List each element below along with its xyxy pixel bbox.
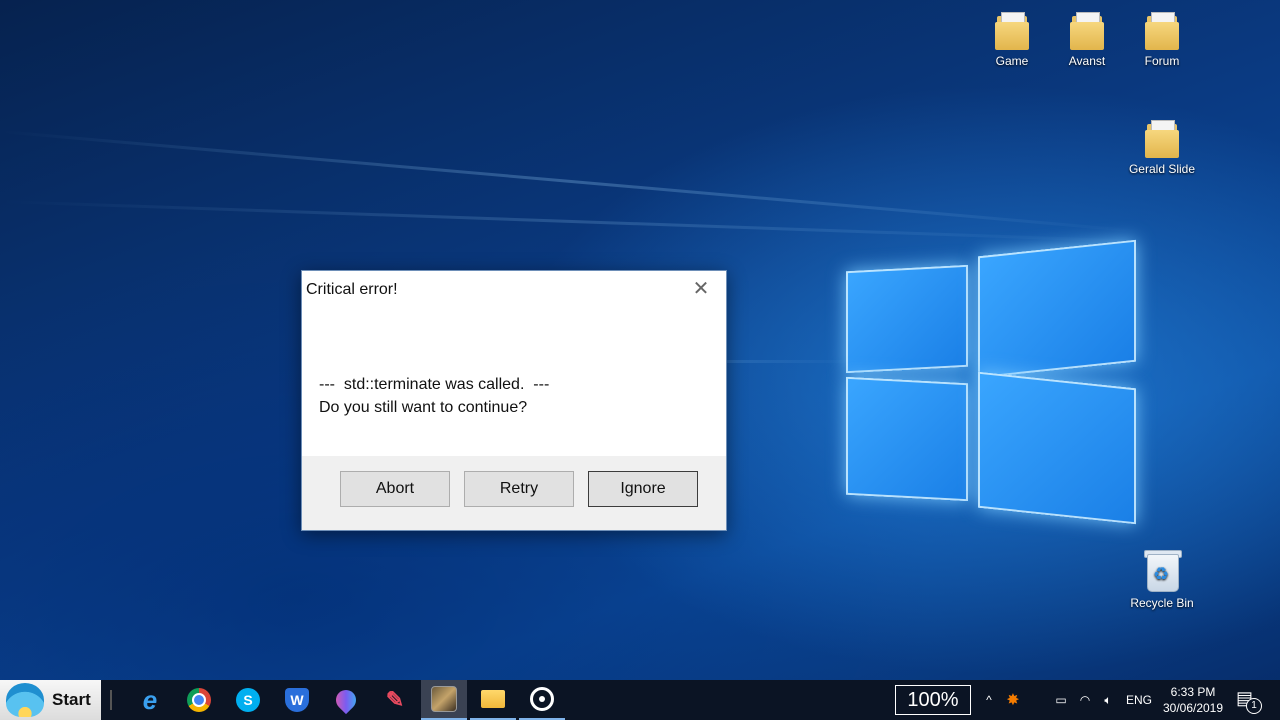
show-hidden-icons-chevron-icon[interactable]: ^ — [978, 680, 1000, 720]
desktop-icon-label: Recycle Bin — [1130, 596, 1194, 610]
taskbar-game-app[interactable] — [421, 680, 467, 720]
file-explorer-icon — [481, 690, 505, 708]
game-app-icon — [431, 686, 457, 712]
retry-button[interactable]: Retry — [464, 471, 574, 507]
dialog-message: --- std::terminate was called. --- Do yo… — [319, 373, 549, 419]
folder-icon — [1070, 12, 1104, 50]
wifi-icon[interactable]: ◠ — [1074, 680, 1096, 720]
skype-icon: S — [236, 688, 260, 712]
clock[interactable]: 6:33 PM 30/06/2019 — [1158, 684, 1228, 716]
dialog-message-line2: Do you still want to continue? — [319, 399, 528, 416]
dialog-title: Critical error! — [306, 281, 398, 298]
critical-error-dialog: Critical error! ✕ --- std::terminate was… — [301, 270, 727, 531]
battery-icon[interactable]: ▭ — [1050, 680, 1072, 720]
notification-count: 1 — [1246, 698, 1262, 714]
desktop-icon-game[interactable]: Game — [975, 12, 1049, 68]
wps-office-icon: W — [285, 688, 309, 712]
desktop-icon-avanst[interactable]: Avanst — [1050, 12, 1124, 68]
wallpaper-beam — [0, 130, 1146, 234]
taskbar-internet-explorer[interactable]: e — [127, 680, 173, 720]
avast-tray-icon[interactable]: ✸ — [1002, 680, 1024, 720]
classic-shell-start-icon — [6, 683, 44, 717]
taskbar: Start e S W ✎ 100% ^ ✸ ▭ ◠ 🔈︎ ENG 6:33 P… — [0, 680, 1280, 720]
taskbar-wps[interactable]: W — [274, 680, 320, 720]
folder-icon — [1145, 12, 1179, 50]
taskbar-separator — [110, 690, 112, 710]
paint-brush-app-icon: ✎ — [385, 687, 405, 712]
desktop-icon-recycle-bin[interactable]: ♻ Recycle Bin — [1125, 548, 1199, 610]
taskbar-paint-app[interactable]: ✎ — [372, 680, 418, 720]
clock-time: 6:33 PM — [1170, 685, 1216, 699]
desktop-icon-label: Gerald Slide — [1128, 162, 1196, 176]
zoom-indicator[interactable]: 100% — [895, 685, 971, 715]
start-label: Start — [52, 690, 91, 709]
action-center-icon[interactable]: ▤ 1 — [1236, 688, 1262, 714]
ignore-button[interactable]: Ignore — [588, 471, 698, 507]
folder-icon — [995, 12, 1029, 50]
desktop-icon-label: Forum — [1144, 54, 1180, 68]
groove-music-icon — [530, 687, 554, 711]
clock-date: 30/06/2019 — [1162, 701, 1224, 715]
internet-explorer-icon: e — [142, 684, 158, 715]
taskbar-chrome[interactable] — [176, 680, 222, 720]
taskbar-skype[interactable]: S — [225, 680, 271, 720]
close-icon[interactable]: ✕ — [688, 277, 714, 301]
paint-3d-icon — [331, 685, 361, 715]
taskbar-file-explorer[interactable] — [470, 680, 516, 720]
language-indicator[interactable]: ENG — [1122, 680, 1156, 720]
taskbar-groove-music[interactable] — [519, 680, 565, 720]
desktop-icon-label: Avanst — [1068, 54, 1106, 68]
desktop-icon-forum[interactable]: Forum — [1125, 12, 1199, 68]
recycle-bin-icon: ♻ — [1143, 548, 1182, 592]
taskbar-paint-3d[interactable] — [323, 680, 369, 720]
folder-icon — [1145, 120, 1179, 158]
dialog-message-line1: --- std::terminate was called. --- — [319, 376, 550, 393]
desktop-icon-label: Game — [995, 54, 1029, 68]
desktop-icon-gerald-slide[interactable]: Gerald Slide — [1125, 120, 1199, 176]
volume-icon[interactable]: 🔈︎ — [1097, 680, 1119, 720]
start-button[interactable]: Start — [0, 680, 101, 720]
dialog-button-bar: Abort Retry Ignore — [302, 456, 726, 530]
chrome-icon — [187, 688, 211, 712]
windows-logo-wallpaper — [840, 228, 1140, 528]
abort-button[interactable]: Abort — [340, 471, 450, 507]
